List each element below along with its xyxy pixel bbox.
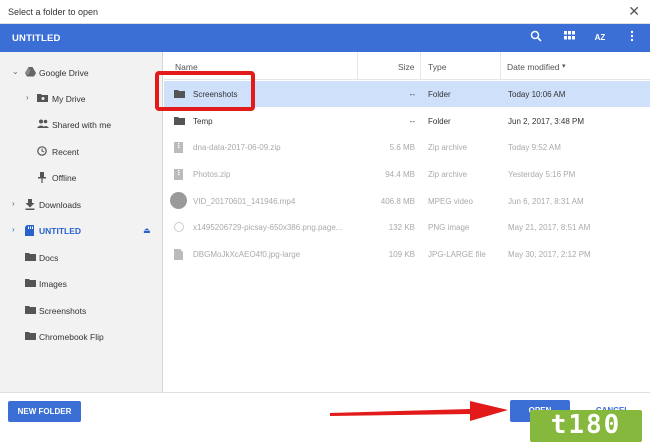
sidebar-item-label: Recent [52, 147, 79, 157]
file-date: Jun 6, 2017, 8:31 AM [508, 197, 584, 206]
usb-drive-icon [25, 225, 36, 236]
sidebar-item-label: UNTITLED [39, 226, 82, 236]
file-date: May 30, 2017, 2:12 PM [508, 250, 591, 259]
sidebar-item-my-drive[interactable]: › My Drive [0, 86, 163, 112]
sort-icon[interactable]: AZ [592, 30, 608, 46]
annotation-highlight-box [155, 71, 255, 111]
chevron-right-icon[interactable]: › [26, 94, 34, 102]
file-size: 5.6 MB [389, 143, 415, 152]
column-size[interactable]: Size [398, 62, 415, 72]
location-header: UNTITLED AZ [0, 24, 650, 52]
sidebar-item-label: Downloads [39, 200, 82, 210]
file-row[interactable]: VID_20170601_141946.mp4 406.8 MB MPEG vi… [164, 188, 650, 214]
file-type: JPG-LARGE file [428, 250, 486, 259]
sidebar-item-offline[interactable]: Offline [0, 165, 163, 191]
file-date: Yesterday 5:16 PM [508, 170, 576, 179]
archive-icon [174, 169, 184, 180]
file-size: 94.4 MB [385, 170, 415, 179]
file-size: 406.8 MB [380, 197, 415, 206]
search-icon[interactable] [528, 30, 544, 46]
sidebar-item-label: Shared with me [52, 120, 112, 130]
grid-view-icon[interactable] [561, 30, 577, 46]
file-date: Today 9:52 AM [508, 143, 561, 152]
pin-icon [38, 172, 49, 183]
chevron-right-icon[interactable]: › [12, 226, 20, 234]
sidebar-item-label: Images [39, 279, 67, 289]
file-size: -- [409, 117, 415, 126]
sidebar-item-untitled[interactable]: › UNTITLED ⏏ [0, 218, 163, 244]
file-type: Folder [428, 117, 451, 126]
new-folder-button[interactable]: NEW FOLDER [8, 401, 81, 422]
folder-icon [25, 278, 36, 289]
sidebar-item-docs[interactable]: Docs [0, 245, 163, 271]
file-row[interactable]: DBGMoJkXcAEO4f0.jpg-large 109 KB JPG-LAR… [164, 241, 650, 267]
annotation-arrow-icon [330, 401, 508, 421]
watermark-logo: t180 [530, 410, 642, 442]
file-row[interactable]: dna-data-2017-06-09.zip 5.6 MB Zip archi… [164, 134, 650, 160]
chevron-down-icon[interactable]: ⌄ [12, 68, 20, 76]
file-name: Temp [193, 117, 213, 126]
sidebar-item-label: Google Drive [39, 68, 89, 78]
video-thumbnail-icon [170, 192, 187, 209]
file-name: Photos.zip [193, 170, 231, 179]
file-size: -- [409, 90, 415, 99]
eject-icon[interactable]: ⏏ [143, 226, 151, 235]
sidebar-item-label: My Drive [52, 94, 86, 104]
file-type: MPEG video [428, 197, 473, 206]
sidebar-item-screenshots[interactable]: Screenshots [0, 298, 163, 324]
file-type: Folder [428, 90, 451, 99]
dialog-titlebar: Select a folder to open ✕ [0, 0, 650, 24]
file-icon [174, 249, 184, 260]
dialog-title: Select a folder to open [8, 7, 99, 17]
folder-icon [25, 252, 36, 263]
file-name: x1495206729-picsay-650x386.png.page... [193, 223, 343, 232]
column-divider[interactable] [420, 52, 421, 80]
sidebar-item-label: Chromebook Flip [39, 332, 104, 342]
sidebar-item-downloads[interactable]: › Downloads [0, 192, 163, 218]
sidebar-item-label: Docs [39, 253, 59, 263]
file-name: VID_20170601_141946.mp4 [193, 197, 296, 206]
file-type: PNG image [428, 223, 470, 232]
file-type: Zip archive [428, 143, 468, 152]
sidebar-item-shared[interactable]: Shared with me [0, 112, 163, 138]
sidebar-item-chromebook-flip[interactable]: Chromebook Flip [0, 324, 163, 350]
current-location: UNTITLED [12, 33, 61, 44]
column-type[interactable]: Type [428, 62, 446, 72]
file-size: 132 KB [388, 223, 415, 232]
folder-icon [25, 331, 36, 342]
file-type: Zip archive [428, 170, 468, 179]
sidebar-item-label: Screenshots [39, 306, 87, 316]
google-drive-icon [25, 67, 36, 78]
folder-icon [174, 116, 185, 125]
more-menu-icon[interactable] [624, 30, 640, 46]
image-icon [174, 222, 184, 232]
download-icon [25, 199, 36, 210]
column-divider[interactable] [500, 52, 501, 80]
sidebar: ⌄ Google Drive › My Drive Shared with me… [0, 52, 163, 392]
sidebar-item-images[interactable]: Images [0, 271, 163, 297]
sidebar-item-label: Offline [52, 173, 77, 183]
chevron-right-icon[interactable]: › [12, 200, 20, 208]
file-row[interactable]: Photos.zip 94.4 MB Zip archive Yesterday… [164, 161, 650, 187]
file-row[interactable]: Temp -- Folder Jun 2, 2017, 3:48 PM [164, 108, 650, 134]
file-date: Today 10:06 AM [508, 90, 566, 99]
file-name: dna-data-2017-06-09.zip [193, 143, 281, 152]
close-icon[interactable]: ✕ [628, 3, 640, 19]
folder-drive-icon [37, 93, 48, 104]
column-divider[interactable] [357, 52, 358, 80]
file-name: DBGMoJkXcAEO4f0.jpg-large [193, 250, 301, 259]
people-icon [37, 119, 49, 130]
column-date[interactable]: Date modified [507, 62, 559, 72]
sidebar-item-recent[interactable]: Recent [0, 139, 163, 165]
archive-icon [174, 142, 184, 153]
sort-descending-icon: ▾ [562, 63, 566, 70]
file-date: May 21, 2017, 8:51 AM [508, 223, 591, 232]
folder-icon [25, 305, 36, 316]
file-date: Jun 2, 2017, 3:48 PM [508, 117, 585, 126]
file-size: 109 KB [388, 250, 415, 259]
file-row[interactable]: x1495206729-picsay-650x386.png.page... 1… [164, 214, 650, 240]
sidebar-item-google-drive[interactable]: ⌄ Google Drive [0, 60, 163, 86]
clock-icon [37, 146, 48, 157]
